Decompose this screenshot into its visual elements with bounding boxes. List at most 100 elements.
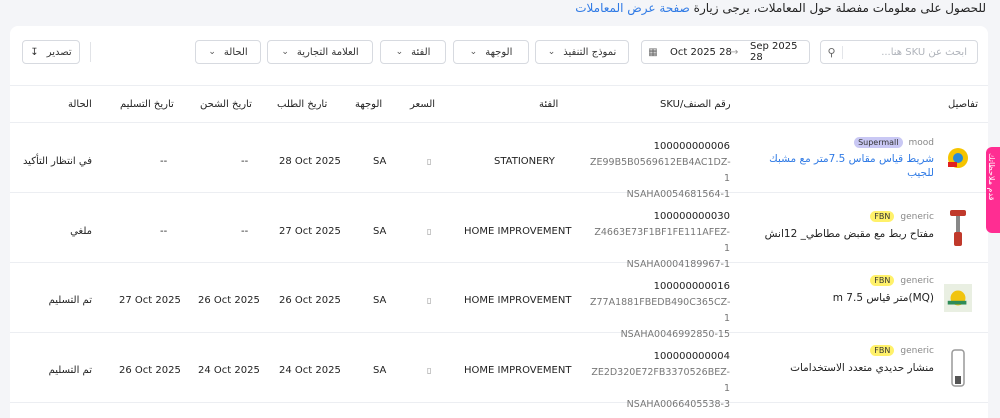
transactions-page-link[interactable]: صفحة عرض المعاملات xyxy=(575,1,690,15)
destination-label: الوجهة xyxy=(485,46,513,58)
feedback-tab-label: قدم ملاحظاتك xyxy=(987,153,996,201)
sku-search[interactable]: ⚲ xyxy=(820,40,978,64)
col-price: السعر xyxy=(410,99,436,110)
sku-code: ZE99B5B0569612EB4AC1DZ-1 xyxy=(590,157,731,184)
chevron-down-icon: ⌄ xyxy=(281,47,289,57)
ship-date-cell: 24 Oct 2025 xyxy=(198,365,260,376)
date-range-picker[interactable]: ▦ Oct 2025 28 → Sep 2025 28 xyxy=(641,40,810,64)
product-name-link[interactable]: شريط قياس مقاس 7.5متر مع مشبك للجيب xyxy=(764,152,934,180)
category-cell: HOME IMPROVEMENT xyxy=(464,295,572,306)
ship-date-cell: 26 Oct 2025 xyxy=(198,295,260,306)
product-name[interactable]: (MQ)متر قياس 7.5 m xyxy=(764,291,934,305)
sku-number: 100000000016 xyxy=(653,281,730,292)
destination-dropdown[interactable]: الوجهة ⌄ xyxy=(453,40,529,64)
col-sku: SKU/رقم الصنف xyxy=(660,99,731,110)
order-date-cell: 26 Oct 2025 xyxy=(279,295,341,306)
sku-cell: 100000000004 ZE2D320E72FB3370526BEZ-1 NS… xyxy=(590,349,730,413)
product-thumbnail xyxy=(944,348,972,388)
price-icon: ▯ xyxy=(427,227,432,236)
fulfillment-label: نموذج التنفيذ xyxy=(563,46,617,58)
sku-code: Z77A1881FBEDB490C365CZ-1 xyxy=(590,297,731,324)
order-date-cell: 27 Oct 2025 xyxy=(279,226,341,237)
destination-cell: SA xyxy=(373,295,387,306)
status-cell: ملغي xyxy=(70,226,92,237)
fbn-badge: FBN xyxy=(870,345,895,356)
chevron-down-icon: ⌄ xyxy=(208,47,216,57)
category-cell: HOME IMPROVEMENT xyxy=(464,365,572,376)
item-code: NSAHA0066405538-3 xyxy=(626,399,730,410)
col-details: تفاصيل xyxy=(948,99,978,110)
status-cell: تم التسليم xyxy=(48,295,92,306)
product-thumbnail xyxy=(944,138,972,178)
filter-bar: ⚲ ▦ Oct 2025 28 → Sep 2025 28 نموذج التن… xyxy=(10,26,988,86)
brand-line: generic FBN xyxy=(870,275,934,286)
brand-line: generic FBN xyxy=(870,345,934,356)
date-from: Sep 2025 28 xyxy=(750,41,798,63)
chevron-down-icon: ⌄ xyxy=(395,47,404,57)
sku-number: 100000000004 xyxy=(653,351,730,362)
col-delivery-date: تاريخ التسليم xyxy=(120,99,174,110)
search-input[interactable] xyxy=(843,42,973,62)
brand-dropdown[interactable]: العلامة التجارية ⌄ xyxy=(267,40,373,64)
col-status: الحالة xyxy=(68,99,92,110)
sku-number: 100000000030 xyxy=(653,211,730,222)
search-icon: ⚲ xyxy=(821,45,843,59)
status-cell: تم التسليم xyxy=(48,365,92,376)
status-cell: في انتظار التأكيد xyxy=(22,156,92,167)
destination-cell: SA xyxy=(373,365,387,376)
notice-text: للحصول على معلومات مفصلة حول المعاملات، … xyxy=(693,1,986,15)
chevron-down-icon: ⌄ xyxy=(547,47,556,57)
chevron-down-icon: ⌄ xyxy=(469,47,478,57)
status-dropdown[interactable]: الحالة ⌄ xyxy=(195,40,261,64)
destination-cell: SA xyxy=(373,156,387,167)
divider xyxy=(90,42,91,62)
sku-number: 100000000006 xyxy=(653,141,730,152)
product-thumbnail xyxy=(944,208,972,248)
order-date-cell: 24 Oct 2025 xyxy=(279,365,341,376)
col-destination: الوجهة xyxy=(355,99,383,110)
table-row[interactable]: mood Supermall شريط قياس مقاس 7.5متر مع … xyxy=(10,124,988,200)
table-row[interactable]: generic FBN (MQ)متر قياس 7.5 m 100000000… xyxy=(10,264,988,340)
price-icon: ▯ xyxy=(427,366,432,375)
download-icon: ↧ xyxy=(30,46,39,58)
delivery-date-cell: 26 Oct 2025 xyxy=(119,365,181,376)
export-label: تصدير xyxy=(46,46,72,58)
status-label: الحالة xyxy=(223,46,248,58)
orders-card: ⚲ ▦ Oct 2025 28 → Sep 2025 28 نموذج التن… xyxy=(10,26,988,418)
supermall-badge: Supermall xyxy=(854,137,903,148)
category-cell: HOME IMPROVEMENT xyxy=(464,226,572,237)
delivery-date-cell: -- xyxy=(160,156,168,167)
col-ship-date: تاريخ الشحن xyxy=(200,99,252,110)
product-name[interactable]: منشار حديدي متعدد الاستخدامات xyxy=(764,361,934,375)
col-order-date: تاريخ الطلب xyxy=(277,99,328,110)
col-category: الفئة xyxy=(539,99,559,110)
brand-name: mood xyxy=(908,137,935,148)
export-button[interactable]: تصدير ↧ xyxy=(22,40,80,64)
table-row[interactable]: generic FBN مفتاح ربط مع مقبض مطاطي_ 12ا… xyxy=(10,194,988,270)
sku-code: ZE2D320E72FB3370526BEZ-1 xyxy=(591,367,730,394)
calendar-icon: ▦ xyxy=(648,46,658,58)
order-date-cell: 28 Oct 2025 xyxy=(279,156,341,167)
ship-date-cell: -- xyxy=(241,156,249,167)
category-dropdown[interactable]: الفئة ⌄ xyxy=(380,40,446,64)
price-icon: ▯ xyxy=(427,296,432,305)
category-label: الفئة xyxy=(411,46,431,58)
arrow-icon: → xyxy=(730,46,739,58)
brand-name: generic xyxy=(900,275,934,286)
feedback-tab[interactable]: قدم ملاحظاتك xyxy=(986,147,1000,233)
brand-name: generic xyxy=(900,211,934,222)
category-cell: STATIONERY xyxy=(494,156,555,167)
brand-label: العلامة التجارية xyxy=(296,46,359,58)
sku-code: Z4663E73F1BF1FE111AFEZ-1 xyxy=(594,227,730,254)
date-to: Oct 2025 28 xyxy=(670,46,732,58)
fbn-badge: FBN xyxy=(870,211,895,222)
ship-date-cell: -- xyxy=(241,226,249,237)
fbn-badge: FBN xyxy=(870,275,895,286)
product-thumbnail xyxy=(944,278,972,318)
product-name[interactable]: مفتاح ربط مع مقبض مطاطي_ 12انش xyxy=(764,227,934,241)
delivery-date-cell: -- xyxy=(160,226,168,237)
table-row[interactable]: generic FBN منشار حديدي متعدد الاستخداما… xyxy=(10,334,988,410)
brand-line: generic FBN xyxy=(870,211,934,222)
fulfillment-dropdown[interactable]: نموذج التنفيذ ⌄ xyxy=(535,40,629,64)
delivery-date-cell: 27 Oct 2025 xyxy=(119,295,181,306)
